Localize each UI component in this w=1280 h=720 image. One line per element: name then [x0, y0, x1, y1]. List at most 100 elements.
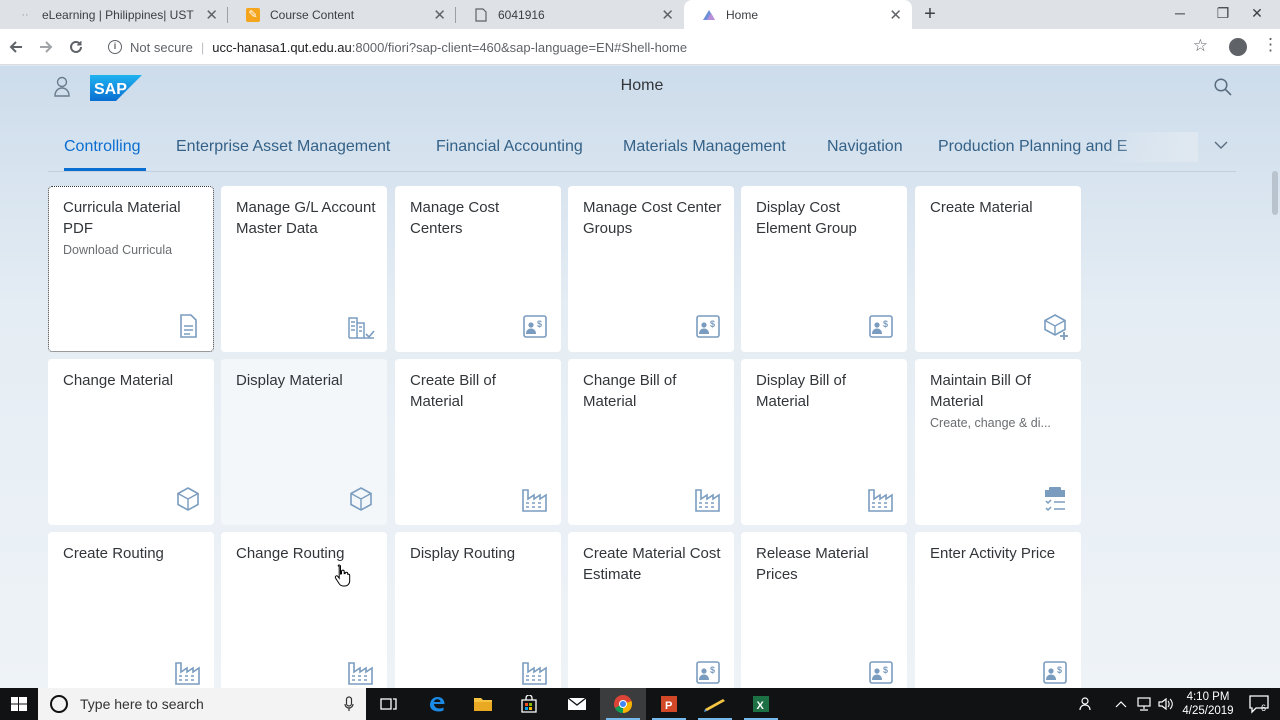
tab-close-icon[interactable]: ✕ [661, 6, 674, 24]
tab-title: eLearning | Philippines| UST Educ [42, 7, 197, 22]
elearning-favicon-icon: ·· [21, 8, 29, 21]
browser-tab-elearning[interactable]: ·· eLearning | Philippines| UST Educ ✕ [0, 0, 228, 29]
url-host: ucc-hanasa1.qut.edu.au [212, 39, 352, 55]
chrome-taskbar-app[interactable] [600, 688, 646, 720]
info-icon[interactable]: i [108, 40, 122, 54]
tile-change-routing[interactable]: Change Routing [221, 532, 387, 688]
chrome-icon [614, 695, 633, 714]
tile-title-text: Manage Cost Centers [410, 199, 500, 237]
microphone-icon[interactable] [344, 696, 354, 712]
tab-title: Home [726, 7, 759, 22]
excel-taskbar-app[interactable]: X [738, 688, 784, 720]
fiori-launchpad: SAP Home Controlling Enterprise Asset Ma… [0, 66, 1280, 688]
store-taskbar-app[interactable] [506, 688, 552, 720]
close-window-button[interactable]: ✕ [1234, 0, 1280, 29]
tile-change-bill-of-material[interactable]: Change Bill of Material [568, 359, 734, 525]
cost-center-icon: $ [523, 315, 547, 338]
tile-title-text: Display Routing [410, 545, 516, 562]
browser-tab-home[interactable]: Home ✕ [684, 0, 912, 29]
windows-logo-icon [11, 697, 27, 711]
group-controlling[interactable]: Controlling [64, 138, 140, 156]
svg-text:$: $ [883, 665, 888, 675]
tile-title: Manage G/L Account Master Data [236, 197, 376, 239]
tile-enter-activity-price[interactable]: Enter Activity Price $ [915, 532, 1081, 688]
sap-logo[interactable]: SAP [90, 75, 142, 101]
tab-close-icon[interactable]: ✕ [205, 6, 218, 24]
notification-center-icon[interactable] [1248, 694, 1270, 714]
tab-close-icon[interactable]: ✕ [433, 6, 446, 24]
taskbar-search-box[interactable]: Type here to search [38, 688, 366, 720]
cost-center-icon: $ [696, 661, 720, 684]
reload-icon [70, 40, 82, 53]
tile-manage-g-l-account-master-data[interactable]: Manage G/L Account Master Data [221, 186, 387, 352]
tile-create-bill-of-material[interactable]: Create Bill of Material [395, 359, 561, 525]
tile-title-text: Display Bill of Material [756, 372, 847, 410]
tile-display-bill-of-material[interactable]: Display Bill of Material [741, 359, 907, 525]
user-icon[interactable] [54, 76, 70, 98]
address-bar[interactable]: i Not secure | ucc-hanasa1.qut.edu.au :8… [98, 33, 1220, 61]
tile-display-cost-element-group[interactable]: Display Cost Element Group $ [741, 186, 907, 352]
bookmark-star-icon[interactable]: ☆ [1193, 36, 1208, 56]
cortana-icon [50, 695, 68, 713]
tile-manage-cost-center-groups[interactable]: Manage Cost Center Groups $ [568, 186, 734, 352]
tile-create-routing[interactable]: Create Routing [48, 532, 214, 688]
tile-display-material[interactable]: Display Material [221, 359, 387, 525]
taskbar-clock[interactable]: 4:10 PM 4/25/2019 [1172, 690, 1244, 718]
notification-count: 6 [1261, 703, 1267, 713]
page-scrollbar[interactable] [1272, 171, 1278, 215]
browser-menu-icon[interactable]: ⋮ [1262, 35, 1279, 55]
group-anchor-bar: Controlling Enterprise Asset Management … [48, 126, 1236, 172]
tile-title: Curricula Material PDF Download Curricula [63, 197, 203, 260]
start-button[interactable] [0, 688, 38, 720]
tile-title-text: Maintain Bill Of Material [930, 372, 1031, 410]
show-hidden-icons-button[interactable] [1112, 688, 1130, 720]
file-explorer-taskbar-app[interactable] [460, 688, 506, 720]
clock-time: 4:10 PM [1186, 691, 1230, 703]
back-button[interactable] [4, 35, 28, 59]
document-favicon-icon [474, 7, 488, 22]
group-production-planning[interactable]: Production Planning and E [938, 138, 1127, 156]
group-financial-accounting[interactable]: Financial Accounting [436, 138, 583, 156]
search-icon[interactable] [1213, 77, 1233, 97]
reload-button[interactable] [64, 35, 88, 59]
browser-tab-course-content[interactable]: ✎ Course Content ✕ [228, 0, 456, 29]
group-navigation[interactable]: Navigation [827, 138, 903, 156]
tile-create-material-cost-estimate[interactable]: Create Material Cost Estimate $ [568, 532, 734, 688]
browser-tab-6041916[interactable]: 6041916 ✕ [456, 0, 684, 29]
tile-release-material-prices[interactable]: Release Material Prices $ [741, 532, 907, 688]
tile-maintain-bill-of-material[interactable]: Maintain Bill Of Material Create, change … [915, 359, 1081, 525]
tile-change-material[interactable]: Change Material [48, 359, 214, 525]
forward-button[interactable] [34, 35, 58, 59]
arrow-right-icon [40, 41, 53, 53]
tile-curricula-material-pdf[interactable]: Curricula Material PDF Download Curricula [48, 186, 214, 352]
network-tray-button[interactable] [1134, 688, 1154, 720]
profile-avatar-icon[interactable] [1229, 38, 1247, 56]
tile-title-text: Create Material [930, 199, 1033, 216]
tile-title: Display Cost Element Group [756, 197, 896, 239]
tile-title: Create Material [930, 197, 1070, 218]
group-materials-management[interactable]: Materials Management [623, 138, 786, 156]
mail-taskbar-app[interactable] [554, 688, 600, 720]
group-overflow-fade [1108, 132, 1198, 162]
pen-app-taskbar-app[interactable] [692, 688, 738, 720]
edge-taskbar-app[interactable] [414, 688, 460, 720]
tile-subtitle: Create, change & di... [930, 416, 1051, 430]
tile-title-text: Display Material [236, 372, 343, 389]
tab-title: Course Content [270, 7, 355, 22]
tile-title-text: Manage Cost Center Groups [583, 199, 722, 237]
tile-manage-cost-centers[interactable]: Manage Cost Centers $ [395, 186, 561, 352]
task-view-button[interactable] [366, 688, 412, 720]
new-tab-button[interactable]: + [918, 3, 942, 26]
factory-icon [522, 662, 547, 685]
cost-center-icon: $ [869, 315, 893, 338]
arrow-left-icon [9, 41, 22, 53]
cost-center-icon: $ [869, 661, 893, 684]
minimize-button[interactable]: ─ [1157, 0, 1203, 29]
powerpoint-taskbar-app[interactable]: P [646, 688, 692, 720]
people-tray-button[interactable] [1074, 688, 1100, 720]
chevron-down-icon[interactable] [1212, 136, 1230, 154]
tab-close-icon[interactable]: ✕ [889, 6, 902, 24]
tile-display-routing[interactable]: Display Routing [395, 532, 561, 688]
tile-create-material[interactable]: Create Material [915, 186, 1081, 352]
group-enterprise-asset-management[interactable]: Enterprise Asset Management [176, 138, 390, 156]
